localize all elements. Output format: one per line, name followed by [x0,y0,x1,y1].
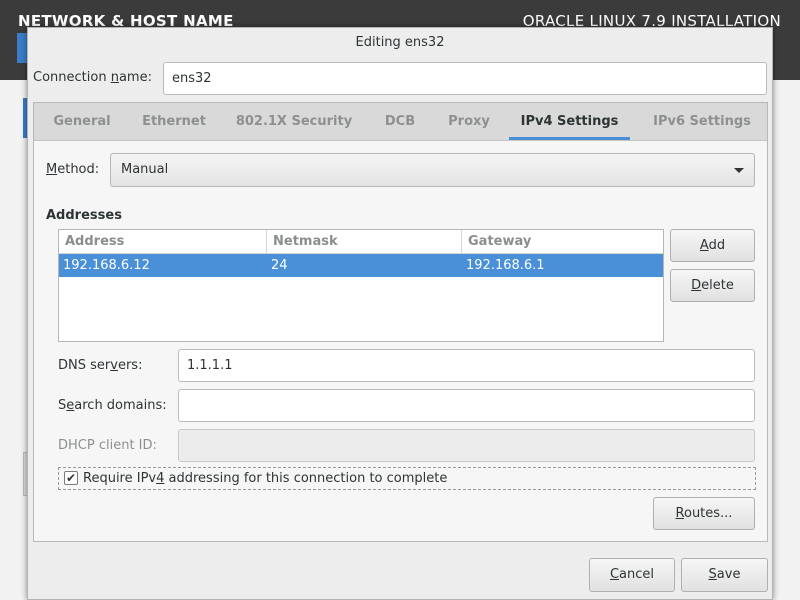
edit-connection-dialog: Editing ens32 Connection name: ens32 Gen… [27,27,773,600]
tab-ethernet[interactable]: Ethernet [134,103,214,140]
cell-gateway[interactable]: 192.168.6.1 [462,254,663,277]
tab-dcb[interactable]: DCB [377,103,423,140]
table-row[interactable]: 192.168.6.12 24 192.168.6.1 [59,254,663,277]
dhcp-client-id-label: DHCP client ID: [58,438,157,453]
tab-8021x-security[interactable]: 802.1X Security [229,103,359,140]
column-gateway[interactable]: Gateway [462,230,663,253]
tab-ipv6-settings[interactable]: IPv6 Settings [642,103,762,140]
ipv4-settings-panel: Method: Manual Addresses Address Netmask… [34,141,767,541]
require-ipv4-label: Require IPv4 addressing for this connect… [83,471,448,486]
column-netmask[interactable]: Netmask [267,230,462,253]
connection-name-input[interactable]: ens32 [163,62,767,95]
save-button[interactable]: Save [681,558,768,592]
tab-bar: General Ethernet 802.1X Security DCB Pro… [34,103,767,141]
routes-button[interactable]: Routes... [653,497,755,530]
settings-notebook: General Ethernet 802.1X Security DCB Pro… [33,102,768,542]
cell-address[interactable]: 192.168.6.12 [59,254,267,277]
require-ipv4-checkbox[interactable]: ✔ [64,471,78,485]
tab-proxy[interactable]: Proxy [439,103,499,140]
dhcp-client-id-input [178,429,755,462]
connection-name-label: Connection name: [33,70,152,85]
cancel-button[interactable]: Cancel [589,558,675,592]
dns-servers-input[interactable]: 1.1.1.1 [178,349,755,382]
column-address[interactable]: Address [59,230,267,253]
addresses-heading: Addresses [46,208,122,223]
method-label: Method: [46,162,100,177]
require-ipv4-row[interactable]: ✔ Require IPv4 addressing for this conne… [58,467,756,490]
tab-general[interactable]: General [42,103,122,140]
addresses-table: Address Netmask Gateway 192.168.6.12 24 … [58,229,664,342]
method-dropdown[interactable]: Manual [110,153,755,187]
method-value: Manual [121,162,169,177]
dialog-title: Editing ens32 [355,35,445,50]
search-domains-input[interactable] [178,389,755,422]
cell-netmask[interactable]: 24 [267,254,462,277]
chevron-down-icon [734,168,744,173]
add-address-button[interactable]: Add [670,229,755,262]
table-header: Address Netmask Gateway [59,230,663,254]
tab-ipv4-settings[interactable]: IPv4 Settings [509,103,630,140]
search-domains-label: Search domains: [58,398,167,413]
dns-servers-label: DNS servers: [58,358,143,373]
delete-address-button[interactable]: Delete [670,269,755,302]
